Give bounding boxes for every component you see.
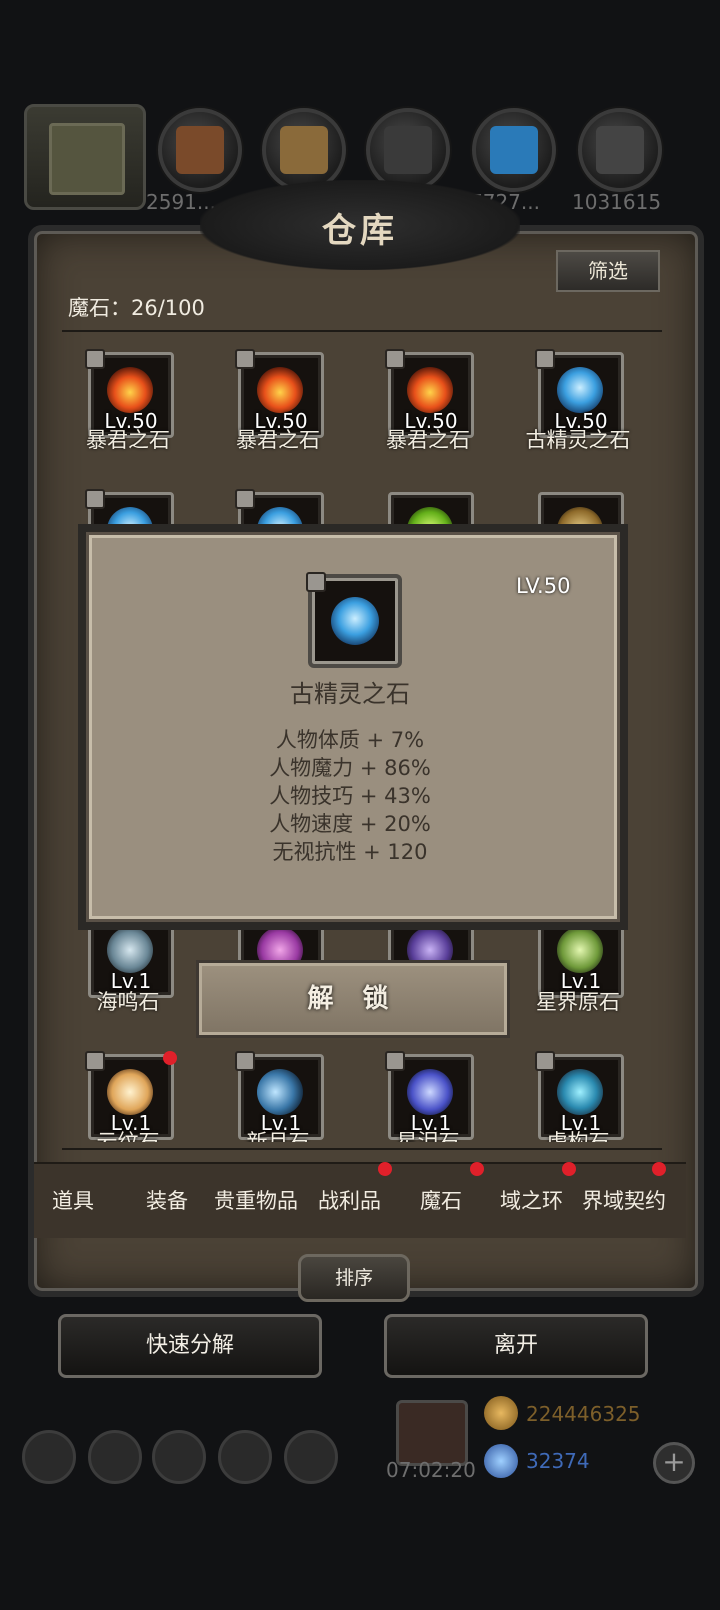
item-name: 海鸣石 xyxy=(96,990,160,1014)
tab-domain-rings[interactable]: 域之环 xyxy=(500,1185,563,1215)
lock-icon xyxy=(235,349,255,369)
tooltip-stat: 人物速度 + 20% xyxy=(269,812,431,836)
lock-icon xyxy=(85,1051,105,1071)
tab-alert-dot xyxy=(652,1162,666,1176)
tab-loot[interactable]: 战利品 xyxy=(318,1185,381,1215)
item-count: 魔石：26/100 xyxy=(68,296,205,320)
tooltip-stat: 人物魔力 + 86% xyxy=(269,756,431,780)
tab-alert-dot xyxy=(378,1162,392,1176)
item-name: 星泪石 xyxy=(396,1130,460,1142)
tyrant-stone-icon xyxy=(107,367,153,413)
fiction-stone-icon xyxy=(557,1069,603,1115)
ancient-elf-stone-icon xyxy=(557,367,603,413)
achievement-icon[interactable] xyxy=(88,1430,142,1484)
filter-button[interactable]: 筛选 xyxy=(556,250,660,292)
tab-items[interactable]: 道具 xyxy=(52,1185,94,1215)
lock-icon xyxy=(535,1051,555,1071)
ancient-elf-stone-icon xyxy=(331,597,379,645)
crescent-stone-icon xyxy=(257,1069,303,1115)
lock-icon xyxy=(535,349,555,369)
item-name: 星界原石 xyxy=(536,990,620,1014)
lock-icon xyxy=(235,489,255,509)
tooltip-level: LV.50 xyxy=(516,574,571,598)
mail-icon[interactable] xyxy=(218,1430,272,1484)
tooltip-stat: 人物技巧 + 43% xyxy=(269,784,431,808)
leave-button[interactable]: 离开 xyxy=(384,1314,648,1378)
item-name: 暴君之石 xyxy=(86,428,170,452)
tooltip-stat: 无视抗性 + 120 xyxy=(272,840,428,864)
lock-icon xyxy=(385,349,405,369)
tab-realm-contracts[interactable]: 界域契约 xyxy=(582,1185,666,1215)
stone-resource-icon xyxy=(578,108,662,192)
tooltip-item-slot xyxy=(306,572,402,668)
lock-icon xyxy=(85,349,105,369)
tab-alert-dot xyxy=(562,1162,576,1176)
item-name: 暴君之石 xyxy=(236,428,320,452)
lock-icon xyxy=(235,1051,255,1071)
item-name: 古精灵之石 xyxy=(525,428,631,452)
diamond-amount: 32374 xyxy=(526,1449,590,1473)
item-name: 虚构石 xyxy=(546,1130,610,1142)
sort-button[interactable]: 排序 xyxy=(298,1254,410,1302)
tooltip-stat: 人物体质 + 7% xyxy=(275,728,425,752)
settings-icon[interactable] xyxy=(22,1430,76,1484)
lock-icon xyxy=(85,489,105,509)
tooltip-item-name: 古精灵之石 xyxy=(290,680,410,708)
star-tear-stone-icon xyxy=(407,1069,453,1115)
gift-timer: 07:02:20 xyxy=(386,1458,476,1482)
lock-icon xyxy=(385,1051,405,1071)
player-avatar[interactable] xyxy=(24,104,146,210)
diamond-icon xyxy=(484,1444,518,1478)
tab-valuables[interactable]: 贵重物品 xyxy=(214,1185,298,1215)
astral-ore-icon xyxy=(557,927,603,973)
tyrant-stone-icon xyxy=(257,367,303,413)
tab-equipment[interactable]: 装备 xyxy=(146,1185,188,1215)
unlock-button[interactable]: 解 锁 xyxy=(196,960,510,1038)
item-name: 暴君之石 xyxy=(386,428,470,452)
add-currency-button[interactable]: + xyxy=(653,1442,695,1484)
cloud-stone-icon xyxy=(107,1069,153,1115)
new-indicator-dot xyxy=(163,1051,177,1065)
window-title: 仓库 xyxy=(322,211,398,251)
guild-icon[interactable] xyxy=(152,1430,206,1484)
lock-icon xyxy=(306,572,326,592)
gift-box-icon[interactable] xyxy=(396,1400,468,1466)
map-icon[interactable] xyxy=(284,1430,338,1484)
item-name: 云纹石 xyxy=(96,1130,160,1142)
gold-amount: 224446325 xyxy=(526,1402,641,1426)
sea-stone-icon xyxy=(107,927,153,973)
item-name: 新月石 xyxy=(246,1130,310,1142)
emblem-icon xyxy=(49,123,125,195)
tab-magic-stones[interactable]: 魔石 xyxy=(420,1185,462,1215)
divider xyxy=(62,1148,662,1150)
tab-alert-dot xyxy=(470,1162,484,1176)
tyrant-stone-icon xyxy=(407,367,453,413)
divider xyxy=(62,330,662,332)
quick-decompose-button[interactable]: 快速分解 xyxy=(58,1314,322,1378)
gold-coin-icon xyxy=(484,1396,518,1430)
